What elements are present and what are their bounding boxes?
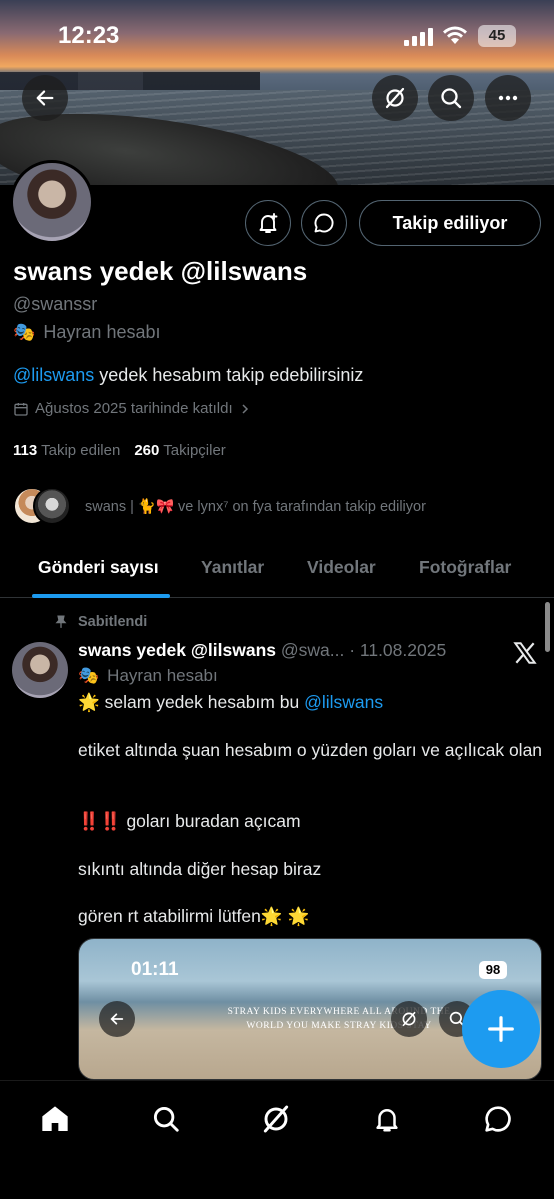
followed-by-avatars (13, 487, 71, 525)
grok-icon (385, 87, 405, 109)
followers-label: Takipçiler (163, 442, 226, 459)
profile-display-name: swans yedek @lilswans (13, 256, 308, 286)
follow-stats: 113 Takip edilen 260 Takipçiler (13, 442, 226, 459)
status-time: 12:23 (58, 22, 120, 49)
post-mention-link[interactable]: @lilswans (304, 692, 383, 712)
following-label: Takip edilen (41, 442, 121, 459)
followed-by-row[interactable]: swans | 🐈🎀 ve lynx⁷ on fya tarafından ta… (13, 487, 426, 525)
search-icon (441, 88, 462, 109)
back-arrow-icon (36, 90, 54, 106)
profile-label: 🎭 Hayran hesabı (13, 322, 161, 343)
wifi-icon (443, 26, 467, 44)
grok-icon (263, 1105, 289, 1133)
post-text-line: ‼️‼️ goları buradan açıcam (78, 811, 301, 831)
notifications-toggle-button[interactable] (245, 200, 291, 246)
post-author-name[interactable]: swans yedek @lilswans (78, 640, 276, 660)
bell-icon (376, 1109, 398, 1132)
plus-icon (488, 1016, 514, 1042)
home-icon (42, 1106, 68, 1131)
calendar-icon (14, 402, 28, 416)
following-stat[interactable]: 113 Takip edilen (13, 442, 120, 459)
pinned-indicator: Sabitlendi (54, 614, 147, 630)
chat-bubble-icon (314, 213, 334, 233)
following-count: 113 (13, 442, 38, 459)
search-icon (153, 1106, 179, 1132)
compose-post-button[interactable] (462, 990, 540, 1068)
more-button[interactable] (485, 75, 531, 121)
mask-icon: 🎭 (13, 322, 36, 342)
profile-handle: @swanssr (13, 294, 98, 314)
profile-bio: @lilswans yedek hesabım takip edebilirsi… (13, 365, 363, 386)
profile-avatar[interactable] (10, 160, 94, 244)
post-text-line: 🌟 selam yedek hesabım bu @lilswans (78, 690, 546, 714)
x-logo-icon (513, 642, 537, 664)
bio-mention-link[interactable]: @lilswans (13, 365, 94, 385)
nav-messages[interactable] (478, 1099, 518, 1139)
nav-search[interactable] (146, 1099, 186, 1139)
post-label-text: Hayran hesabı (107, 666, 218, 685)
grok-button[interactable] (372, 75, 418, 121)
post-meta: @swa... · 11.08.2025 (280, 640, 447, 660)
mask-icon: 🎭 (78, 666, 100, 685)
joined-date[interactable]: Ağustos 2025 tarihinde katıldı (13, 400, 251, 417)
nav-notifications[interactable] (367, 1099, 407, 1139)
followers-stat[interactable]: 260 Takipçiler (134, 442, 225, 459)
post-text-line: etiket altında şuan hesabım o yüzden gol… (78, 740, 543, 760)
pin-icon (55, 615, 67, 628)
post-header: swans yedek @lilswans @swa... · 11.08.20… (78, 640, 446, 661)
followed-by-text: swans | 🐈🎀 ve lynx⁷ on fya tarafından ta… (85, 498, 426, 515)
media-caption: STRAY KIDS EVERYWHERE ALL AROUND THE WOR… (227, 1007, 451, 1031)
chevron-right-icon (242, 403, 248, 414)
post-author-label: 🎭 Hayran hesabı (78, 666, 218, 686)
media-back-button (99, 1001, 135, 1037)
post-text-line: gören rt atabilirmi lütfen🌟 🌟 (78, 906, 310, 926)
active-tab-indicator (32, 594, 170, 598)
bio-text: yedek hesabım takip edebilirsiniz (94, 365, 364, 385)
tab-replies[interactable]: Yanıtlar (201, 557, 264, 578)
pinned-label: Sabitlendi (78, 614, 148, 630)
media-battery: 98 (479, 961, 507, 979)
nav-home[interactable] (35, 1099, 75, 1139)
chat-bubble-icon (485, 1106, 511, 1132)
media-grok-button (391, 1001, 427, 1037)
following-button[interactable]: Takip ediliyor (359, 200, 541, 246)
profile-label-text: Hayran hesabı (43, 322, 161, 342)
bottom-navigation (0, 1080, 554, 1199)
tab-posts[interactable]: Gönderi sayısı (38, 557, 159, 578)
back-button[interactable] (22, 75, 68, 121)
tab-photos[interactable]: Fotoğraflar (419, 557, 511, 578)
post-author-avatar[interactable] (12, 642, 68, 698)
more-icon (498, 95, 518, 101)
bell-plus-icon (259, 213, 278, 233)
scrollbar[interactable] (545, 602, 550, 652)
post-text-prefix: 🌟 selam yedek hesabım bu (78, 692, 305, 712)
status-bar: 12:23 45 (0, 0, 554, 72)
search-button[interactable] (428, 75, 474, 121)
followers-count: 260 (134, 442, 160, 459)
cellular-signal-icon (404, 28, 433, 46)
tab-videos[interactable]: Videolar (307, 557, 376, 578)
grok-icon (402, 1011, 416, 1027)
profile-tabs: Gönderi sayısı Yanıtlar Videolar Fotoğra… (0, 540, 554, 598)
back-arrow-icon (110, 1013, 124, 1025)
joined-date-text: Ağustos 2025 tarihinde katıldı (35, 400, 233, 417)
media-status-time: 01:11 (131, 959, 179, 980)
nav-grok[interactable] (256, 1099, 296, 1139)
follower-avatar (33, 487, 71, 525)
post-text-line: sıkıntı altında diğer hesap biraz (78, 859, 322, 879)
battery-indicator: 45 (478, 25, 516, 47)
message-button[interactable] (301, 200, 347, 246)
